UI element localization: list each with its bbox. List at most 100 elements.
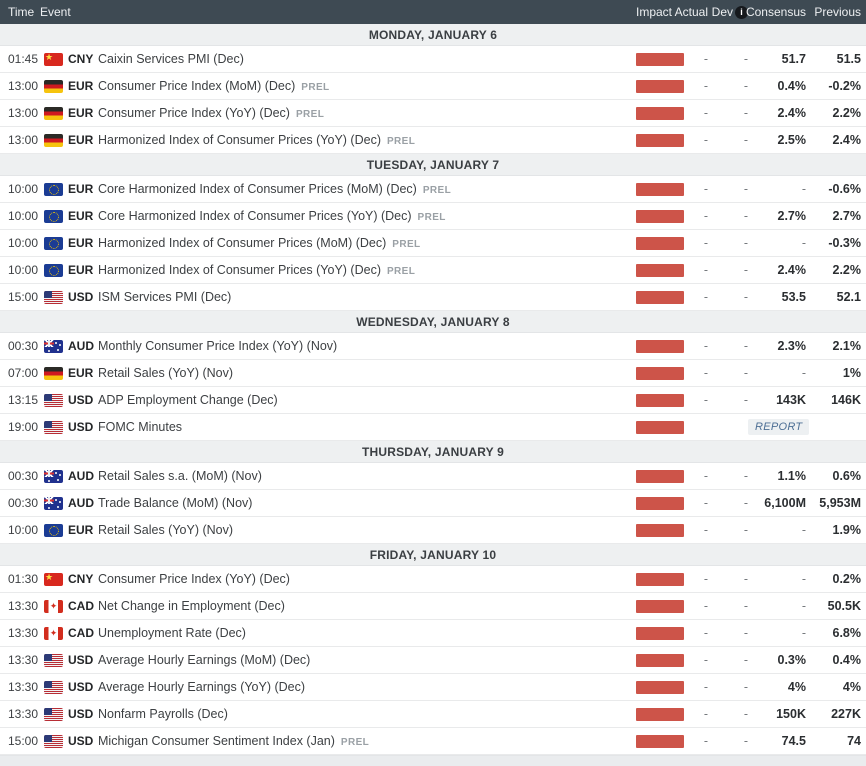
impact-high-bar (636, 734, 684, 748)
previous-value: 0.4% (832, 653, 862, 667)
impact-high-bar (636, 339, 684, 353)
currency-code: USD (68, 290, 94, 304)
previous-value: -0.6% (828, 182, 861, 196)
flag-cn-icon (44, 572, 63, 586)
actual-value: - (703, 209, 708, 223)
event-name: Unemployment Rate (Dec) (98, 626, 246, 640)
dev-value: - (743, 106, 748, 120)
dev-value: - (743, 339, 748, 353)
prel-badge: PREL (417, 212, 446, 223)
event-row[interactable]: 01:30 CNY Consumer Price Index (YoY) (De… (0, 566, 866, 593)
previous-value: 227K (831, 707, 861, 721)
event-row[interactable]: 10:00 EUR Core Harmonized Index of Consu… (0, 203, 866, 230)
consensus-value: 2.3% (777, 339, 807, 353)
time-cell: 13:30 (8, 653, 39, 667)
previous-value: 2.7% (832, 209, 862, 223)
actual-value: - (703, 133, 708, 147)
impact-high-bar (636, 52, 684, 66)
event-row[interactable]: 01:45 CNY Caixin Services PMI (Dec) - - … (0, 46, 866, 73)
consensus-value: 2.4% (777, 106, 807, 120)
event-name: Core Harmonized Index of Consumer Prices… (98, 182, 417, 196)
event-row[interactable]: 13:00 EUR Consumer Price Index (MoM) (De… (0, 73, 866, 100)
event-row[interactable]: 13:30 USD Average Hourly Earnings (MoM) … (0, 647, 866, 674)
report-link[interactable]: REPORT (748, 419, 810, 435)
previous-value: -0.3% (828, 236, 861, 250)
consensus-value: - (801, 182, 806, 196)
day-label: FRIDAY, JANUARY 10 (369, 547, 497, 562)
event-row[interactable]: 13:00 EUR Harmonized Index of Consumer P… (0, 127, 866, 154)
impact-high-bar (636, 263, 684, 277)
event-name: ADP Employment Change (Dec) (98, 393, 278, 407)
event-row[interactable]: 19:00 USD FOMC Minutes REPORT (0, 414, 866, 441)
event-row[interactable]: 10:00 EUR Retail Sales (YoY) (Nov) - - -… (0, 517, 866, 544)
event-row[interactable]: 07:00 EUR Retail Sales (YoY) (Nov) - - -… (0, 360, 866, 387)
event-name: Core Harmonized Index of Consumer Prices… (98, 209, 412, 223)
currency-code: EUR (68, 523, 94, 537)
actual-value: - (703, 626, 708, 640)
flag-cn-icon (44, 52, 63, 66)
currency-code: AUD (68, 339, 94, 353)
event-row[interactable]: 10:00 EUR Harmonized Index of Consumer P… (0, 257, 866, 284)
time-cell: 13:15 (8, 393, 39, 407)
event-row[interactable]: 13:15 USD ADP Employment Change (Dec) - … (0, 387, 866, 414)
event-row[interactable]: 13:30 CAD Unemployment Rate (Dec) - - - … (0, 620, 866, 647)
previous-value: 2.1% (832, 339, 862, 353)
event-row[interactable]: 00:30 AUD Monthly Consumer Price Index (… (0, 333, 866, 360)
consensus-value: 2.7% (777, 209, 807, 223)
impact-high-bar (636, 366, 684, 380)
dev-value: - (743, 680, 748, 694)
event-row[interactable]: 13:00 EUR Consumer Price Index (YoY) (De… (0, 100, 866, 127)
consensus-value: - (801, 236, 806, 250)
dev-value: - (743, 290, 748, 304)
event-row[interactable]: 15:00 USD ISM Services PMI (Dec) - - 53.… (0, 284, 866, 311)
day-label: TUESDAY, JANUARY 7 (366, 157, 500, 172)
column-header-actual: Actual (674, 5, 708, 19)
day-separator-row: TUESDAY, JANUARY 7 (0, 154, 866, 176)
impact-high-bar (636, 626, 684, 640)
event-row[interactable]: 13:30 USD Nonfarm Payrolls (Dec) - - 150… (0, 701, 866, 728)
currency-code: CNY (68, 572, 94, 586)
previous-value: 2.2% (832, 106, 862, 120)
consensus-value: - (801, 523, 806, 537)
event-row[interactable]: 10:00 EUR Harmonized Index of Consumer P… (0, 230, 866, 257)
impact-high-bar (636, 599, 684, 613)
time-cell: 00:30 (8, 496, 39, 510)
event-row[interactable]: 00:30 AUD Retail Sales s.a. (MoM) (Nov) … (0, 463, 866, 490)
actual-value: - (703, 52, 708, 66)
previous-value: 0.2% (832, 572, 862, 586)
currency-code: USD (68, 707, 94, 721)
day-label: WEDNESDAY, JANUARY 8 (356, 314, 510, 329)
impact-high-bar (636, 209, 684, 223)
time-cell: 13:00 (8, 106, 39, 120)
previous-value: 5,953M (819, 496, 861, 510)
event-row[interactable]: 10:00 EUR Core Harmonized Index of Consu… (0, 176, 866, 203)
previous-value: 146K (831, 393, 861, 407)
event-row[interactable]: 13:30 USD Average Hourly Earnings (YoY) … (0, 674, 866, 701)
consensus-value: 4% (787, 680, 806, 694)
flag-us-icon (44, 290, 63, 304)
previous-value: 1.9% (832, 523, 862, 537)
actual-value: - (703, 680, 708, 694)
consensus-value: - (801, 572, 806, 586)
flag-us-icon (44, 707, 63, 721)
event-row[interactable]: 15:00 USD Michigan Consumer Sentiment In… (0, 728, 866, 755)
event-row[interactable]: 13:30 CAD Net Change in Employment (Dec)… (0, 593, 866, 620)
flag-eu-icon (44, 523, 63, 537)
dev-value: - (743, 496, 748, 510)
flag-de-icon (44, 133, 63, 147)
event-row[interactable]: 00:30 AUD Trade Balance (MoM) (Nov) - - … (0, 490, 866, 517)
time-cell: 13:00 (8, 133, 39, 147)
previous-value: -0.2% (828, 79, 861, 93)
currency-code: CAD (68, 599, 94, 613)
time-cell: 13:30 (8, 707, 39, 721)
dev-value: - (743, 707, 748, 721)
event-name: Trade Balance (MoM) (Nov) (98, 496, 253, 510)
impact-high-bar (636, 680, 684, 694)
impact-high-bar (636, 653, 684, 667)
impact-high-bar (636, 79, 684, 93)
time-cell: 13:30 (8, 599, 39, 613)
consensus-value: 0.3% (777, 653, 807, 667)
actual-value: - (703, 572, 708, 586)
actual-value: - (703, 469, 708, 483)
time-cell: 13:30 (8, 680, 39, 694)
